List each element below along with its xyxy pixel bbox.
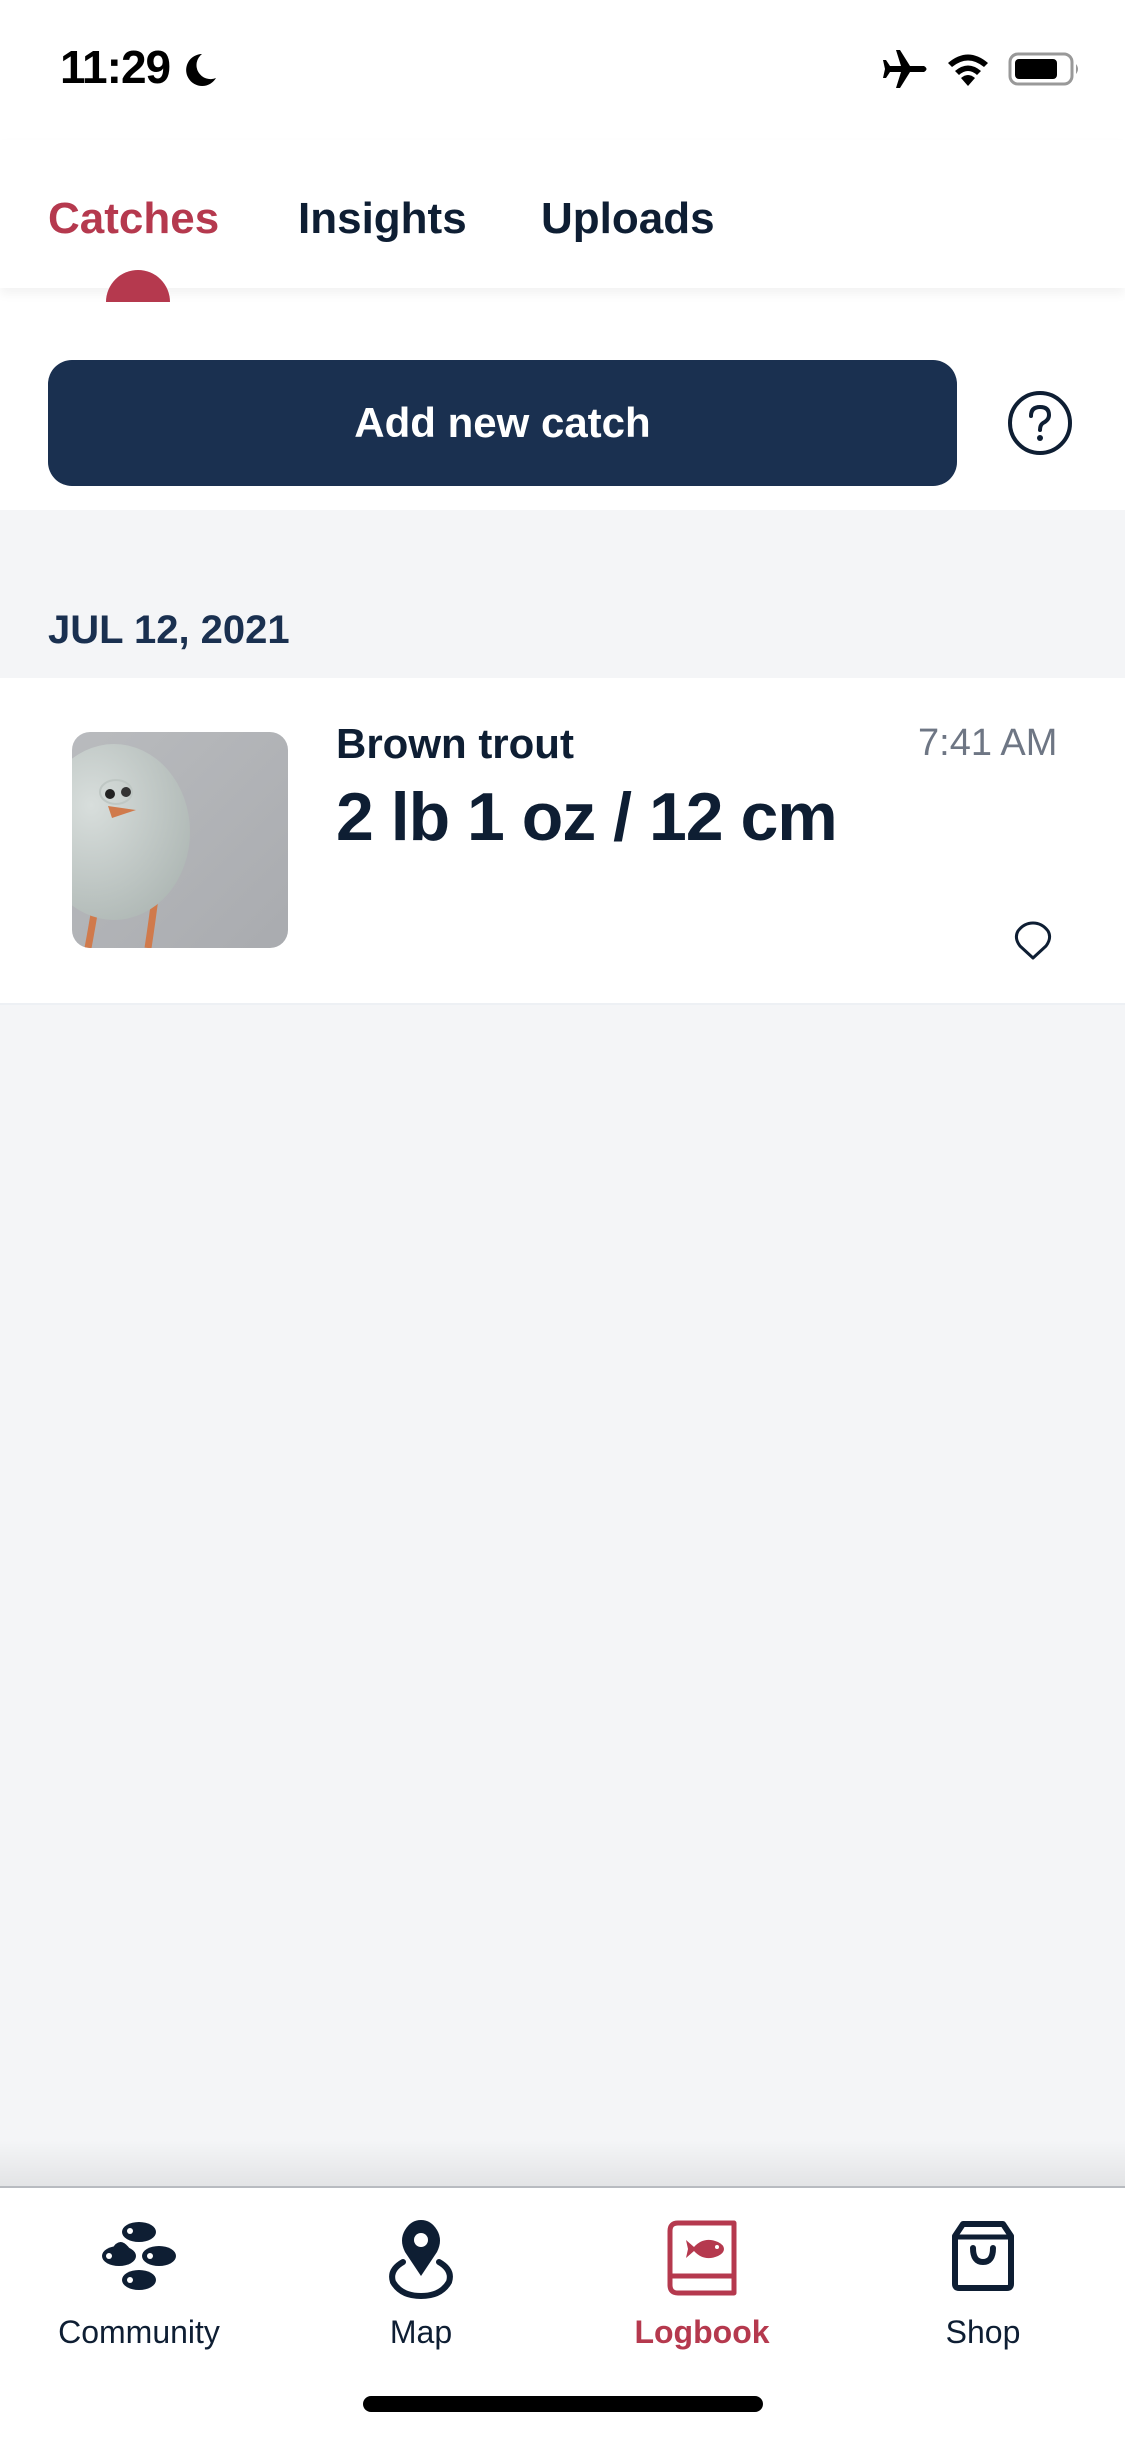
nav-label-community: Community bbox=[58, 2314, 220, 2350]
nav-item-logbook[interactable]: Logbook bbox=[582, 2206, 822, 2356]
status-bar: 11:29 bbox=[0, 0, 1125, 140]
top-tab-bar: Catches Insights Uploads bbox=[0, 140, 1125, 302]
wifi-icon bbox=[948, 54, 988, 86]
fish-school-icon bbox=[102, 2222, 176, 2290]
fish-book-icon bbox=[667, 2220, 737, 2296]
question-circle-icon[interactable] bbox=[1006, 389, 1074, 457]
tab-uploads[interactable]: Uploads bbox=[541, 194, 715, 244]
airplane-icon bbox=[883, 50, 927, 88]
catch-measurement: 2 lb 1 oz / 12 cm bbox=[336, 779, 838, 855]
nav-label-shop: Shop bbox=[945, 2314, 1021, 2350]
catch-time: 7:41 AM bbox=[918, 722, 1058, 764]
nav-item-community[interactable]: Community bbox=[19, 2206, 259, 2356]
nav-label-logbook: Logbook bbox=[634, 2314, 770, 2350]
nav-shadow bbox=[0, 2140, 1125, 2186]
home-indicator bbox=[363, 2396, 763, 2412]
location-pin-outline-icon[interactable] bbox=[1012, 920, 1054, 962]
shopping-bag-icon bbox=[952, 2221, 1014, 2291]
catch-thumbnail bbox=[72, 732, 288, 948]
date-group-header: JUL 12, 2021 bbox=[48, 608, 290, 652]
add-new-catch-button[interactable]: Add new catch bbox=[48, 360, 957, 486]
nav-item-shop[interactable]: Shop bbox=[863, 2206, 1103, 2356]
map-pin-icon bbox=[389, 2220, 453, 2300]
catch-photo-image bbox=[72, 732, 288, 948]
moon-icon bbox=[186, 54, 216, 86]
status-time: 11:29 bbox=[60, 41, 171, 93]
nav-label-map: Map bbox=[389, 2314, 453, 2350]
tab-insights[interactable]: Insights bbox=[298, 194, 467, 244]
tab-catches[interactable]: Catches bbox=[48, 194, 219, 244]
battery-icon bbox=[1008, 52, 1078, 86]
catch-species: Brown trout bbox=[336, 720, 574, 767]
nav-item-map[interactable]: Map bbox=[301, 2206, 541, 2356]
catch-list-item[interactable]: Brown trout 2 lb 1 oz / 12 cm 7:41 AM bbox=[0, 678, 1125, 1005]
